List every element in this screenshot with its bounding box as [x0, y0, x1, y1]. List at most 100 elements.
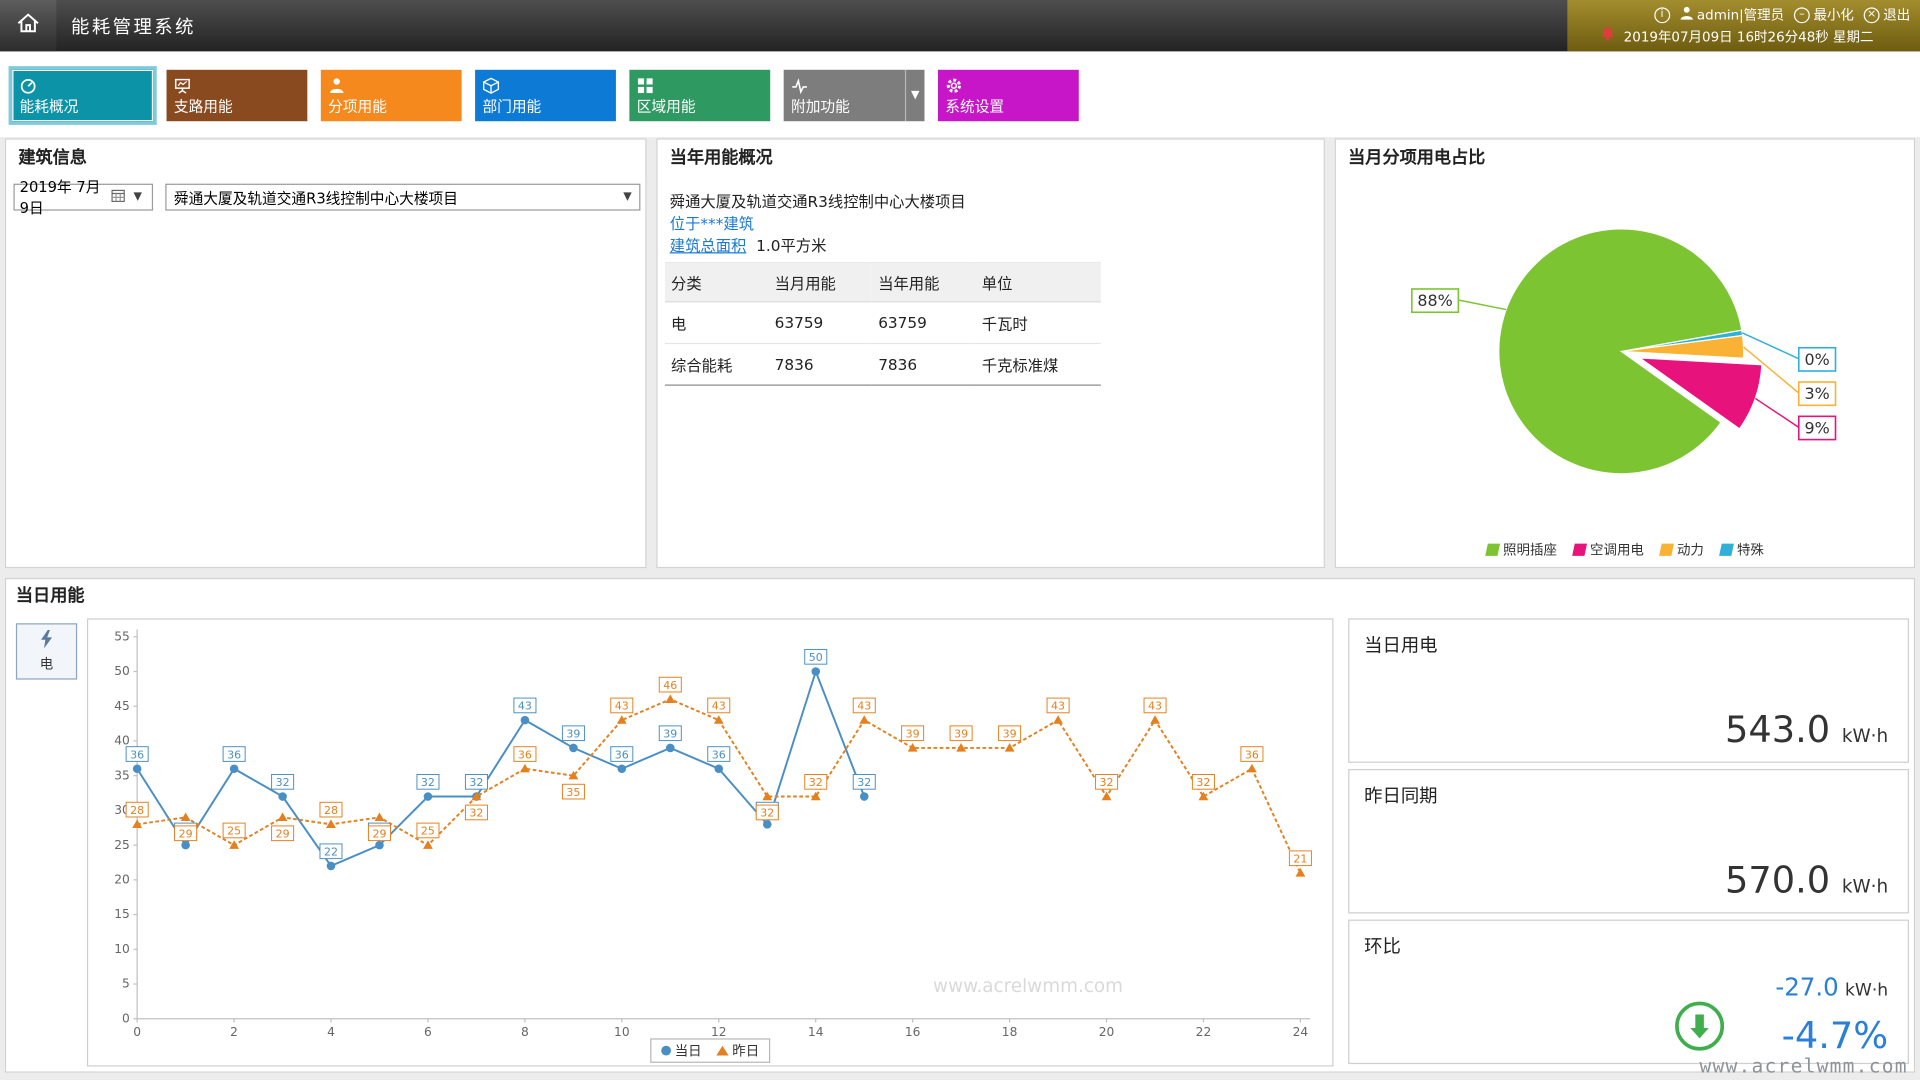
- data-point[interactable]: [763, 820, 772, 829]
- data-point[interactable]: [811, 667, 820, 676]
- table-header-cell: 当年用能: [872, 263, 976, 302]
- x-tick-label: 14: [808, 1025, 824, 1039]
- data-point[interactable]: [860, 792, 869, 801]
- data-point[interactable]: [326, 819, 336, 828]
- point-label: 36: [1245, 748, 1259, 761]
- data-point[interactable]: [181, 841, 190, 850]
- chevron-down-icon[interactable]: ▼: [129, 191, 147, 203]
- point-label: 35: [566, 786, 580, 799]
- data-point[interactable]: [181, 812, 191, 821]
- minimize-button[interactable]: – 最小化: [1794, 5, 1854, 25]
- pie-legend-item[interactable]: 空调用电: [1573, 540, 1644, 560]
- user-menu[interactable]: admin|管理员: [1680, 5, 1784, 25]
- nav-tile-energy-overview[interactable]: 能耗概况: [12, 70, 153, 121]
- point-label: 36: [518, 748, 532, 761]
- pie-legend-item[interactable]: 特殊: [1720, 540, 1764, 560]
- pie-chart: 0%3%9%88%: [1336, 176, 1914, 534]
- data-point[interactable]: [521, 716, 530, 725]
- data-point[interactable]: [424, 792, 433, 801]
- point-label: 43: [615, 700, 629, 713]
- data-point[interactable]: [278, 812, 288, 821]
- pie-legend-item[interactable]: 照明插座: [1486, 540, 1557, 560]
- logout-button[interactable]: × 退出: [1864, 5, 1911, 25]
- user-icon: [1680, 6, 1693, 24]
- decrease-arrow-icon: [1675, 1002, 1724, 1051]
- pie-legend: 照明插座空调用电动力特殊: [1336, 540, 1914, 560]
- table-cell: 千克标准煤: [976, 343, 1101, 385]
- project-select[interactable]: 舜通大厦及轨道交通R3线控制中心大楼项目 ▼: [165, 184, 640, 211]
- table-header-cell: 当月用能: [768, 263, 872, 302]
- point-label: 32: [276, 776, 290, 789]
- nav-tile-area-energy[interactable]: 区域用能: [629, 70, 770, 121]
- stat-label: 昨日同期: [1364, 782, 1437, 808]
- data-point[interactable]: [1005, 743, 1015, 752]
- data-point[interactable]: [1247, 764, 1257, 773]
- date-picker[interactable]: 2019年 7月 9日 ▼: [13, 184, 153, 211]
- data-point[interactable]: [278, 792, 287, 801]
- date-value: 2019年 7月 9日: [20, 176, 108, 218]
- table-cell: 电: [665, 302, 769, 344]
- point-label: 32: [421, 776, 435, 789]
- data-point[interactable]: [665, 694, 675, 703]
- chevron-down-icon[interactable]: ▼: [905, 70, 925, 121]
- legend-swatch-icon: [1572, 544, 1587, 556]
- tab-electricity[interactable]: 电: [16, 623, 77, 679]
- today-marker-icon: [661, 1046, 671, 1056]
- nav-tile-department-energy[interactable]: 部门用能: [475, 70, 616, 121]
- annual-overview-panel: 当年用能概况 舜通大厦及轨道交通R3线控制中心大楼项目 位于***建筑 建筑总面…: [656, 138, 1325, 568]
- site-watermark: www.acrelwmm.com: [1699, 1054, 1907, 1077]
- x-tick-label: 6: [424, 1025, 432, 1039]
- table-cell: 63759: [872, 302, 976, 344]
- point-label: 43: [1148, 700, 1162, 713]
- nav-tile-additional-functions[interactable]: 附加功能 ▼: [784, 70, 925, 121]
- data-point[interactable]: [520, 764, 530, 773]
- point-label: 32: [469, 807, 483, 820]
- point-label: 36: [615, 748, 629, 761]
- data-point[interactable]: [569, 744, 578, 753]
- data-point[interactable]: [859, 715, 869, 724]
- project-name-text: 舜通大厦及轨道交通R3线控制中心大楼项目: [670, 189, 966, 212]
- x-tick-label: 4: [327, 1025, 335, 1039]
- point-label: 29: [179, 828, 193, 841]
- data-point[interactable]: [666, 744, 675, 753]
- calendar-icon[interactable]: [111, 189, 124, 206]
- point-label: 25: [227, 825, 241, 838]
- point-label: 32: [857, 776, 871, 789]
- chart-watermark: www.acrelwmm.com: [933, 975, 1123, 997]
- data-point[interactable]: [1296, 868, 1306, 877]
- data-point[interactable]: [229, 840, 239, 849]
- data-point[interactable]: [714, 764, 723, 773]
- nav-tile-branch-energy[interactable]: 支路用能: [167, 70, 308, 121]
- point-label: 50: [809, 651, 823, 664]
- line-chart: 0510152025303540455055024681012141618202…: [88, 620, 1332, 1061]
- stat-value: 543.0 kW·h: [1725, 709, 1888, 752]
- data-point[interactable]: [375, 841, 384, 850]
- x-tick-label: 12: [711, 1025, 727, 1039]
- area-label[interactable]: 建筑总面积: [670, 236, 747, 254]
- data-point[interactable]: [230, 764, 239, 773]
- nav-tiles: 能耗概况 支路用能 分项用能 部门用能: [12, 70, 1079, 121]
- chart-legend[interactable]: 当日 昨日: [650, 1038, 770, 1062]
- data-point[interactable]: [133, 764, 142, 773]
- x-tick-label: 22: [1196, 1025, 1212, 1039]
- datetime-text: 2019年07月09日 16时26分48秒 星期二: [1624, 26, 1874, 46]
- point-label: 21: [1293, 853, 1307, 866]
- bell-icon[interactable]: [1599, 26, 1616, 47]
- data-point[interactable]: [1150, 715, 1160, 724]
- data-point[interactable]: [375, 812, 385, 821]
- location-text[interactable]: 位于***建筑: [670, 211, 754, 234]
- info-icon[interactable]: i: [1654, 7, 1670, 23]
- nav-tile-system-settings[interactable]: 系统设置: [938, 70, 1079, 121]
- point-label: 39: [1003, 728, 1017, 741]
- data-point[interactable]: [618, 764, 627, 773]
- data-point[interactable]: [1053, 715, 1063, 724]
- session-info-box: i admin|管理员 – 最小化 × 退出: [1567, 0, 1920, 51]
- pie-legend-item[interactable]: 动力: [1660, 540, 1704, 560]
- table-row: 电6375963759千瓦时: [665, 302, 1101, 344]
- y-tick-label: 20: [114, 873, 130, 887]
- nav-tile-subitem-energy[interactable]: 分项用能: [321, 70, 462, 121]
- point-label: 36: [130, 748, 144, 761]
- home-button[interactable]: [0, 0, 56, 51]
- data-point[interactable]: [327, 862, 336, 871]
- project-select-value: 舜通大厦及轨道交通R3线控制中心大楼项目: [174, 187, 618, 208]
